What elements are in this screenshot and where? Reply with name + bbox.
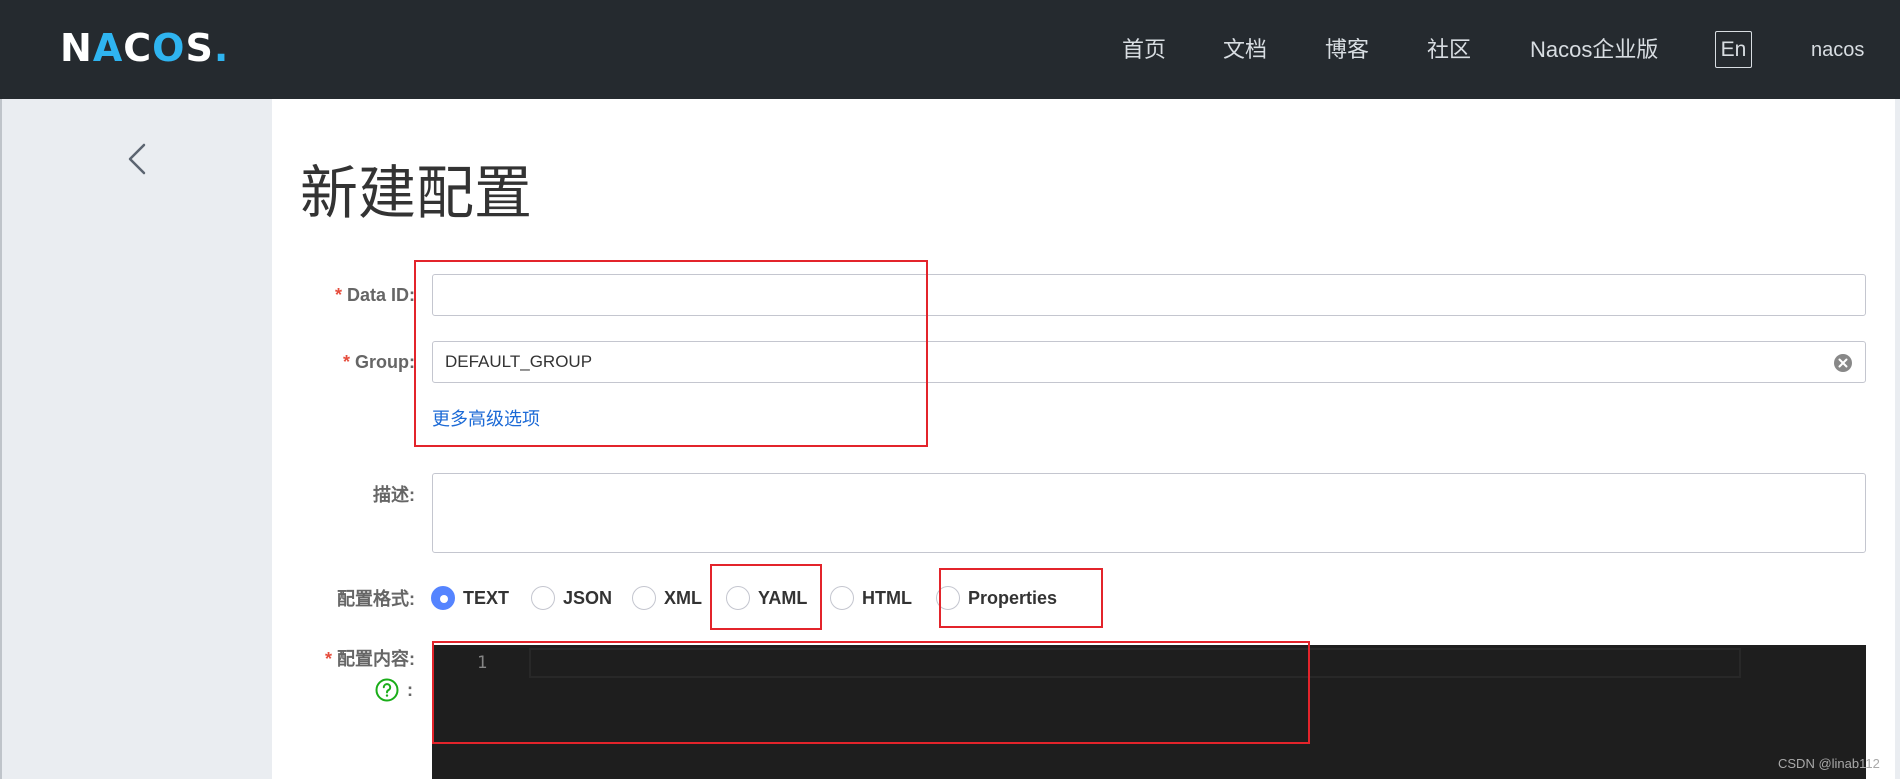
nav-community[interactable]: 社区 <box>1427 30 1471 70</box>
description-label: 描述: <box>373 485 415 505</box>
clear-circle-icon[interactable] <box>1833 353 1853 373</box>
annotation-box-yaml <box>710 564 822 630</box>
radio-icon <box>830 586 854 610</box>
nav-home[interactable]: 首页 <box>1122 30 1166 70</box>
nav-blog[interactable]: 博客 <box>1325 30 1369 70</box>
nacos-logo[interactable]: NACOS. <box>60 26 229 70</box>
format-option-label: JSON <box>563 587 613 608</box>
format-option-label: HTML <box>862 587 912 608</box>
page-title: 新建配置 <box>300 161 533 226</box>
group-label-text: Group: <box>355 352 415 372</box>
radio-checked-icon <box>431 586 455 610</box>
nav-docs[interactable]: 文档 <box>1223 30 1267 70</box>
format-option-label: TEXT <box>463 587 510 608</box>
content-label: * 配置内容: <box>200 647 415 671</box>
annotation-box-editor <box>432 641 1310 744</box>
language-toggle-button[interactable]: En <box>1715 31 1752 68</box>
top-navbar: NACOS. 首页 文档 博客 社区 Nacos企业版 En nacos <box>0 0 1900 99</box>
format-option-xml[interactable]: XML <box>632 580 702 616</box>
format-option-html[interactable]: HTML <box>830 580 912 616</box>
required-mark: * <box>324 649 332 669</box>
help-colon: : <box>407 680 413 700</box>
format-option-text[interactable]: TEXT <box>431 580 509 616</box>
content-label-text: 配置内容: <box>337 649 415 669</box>
radio-icon <box>531 586 555 610</box>
sidebar <box>2 99 272 779</box>
format-label: 配置格式: <box>337 589 415 609</box>
annotation-box-properties <box>939 568 1103 628</box>
question-circle-icon[interactable] <box>375 678 399 702</box>
required-mark: * <box>334 285 342 305</box>
nav-enterprise[interactable]: Nacos企业版 <box>1530 30 1658 70</box>
page-scrollbar[interactable] <box>1895 99 1900 779</box>
format-option-label: XML <box>664 587 702 608</box>
format-option-json[interactable]: JSON <box>531 580 612 616</box>
annotation-box-id-group <box>414 260 928 447</box>
chevron-left-icon[interactable] <box>124 139 154 179</box>
group-label: * Group: <box>200 350 415 374</box>
watermark-text: CSDN @linab112 <box>1778 756 1880 771</box>
data-id-label-text: Data ID: <box>346 285 415 305</box>
description-textarea[interactable] <box>432 473 1866 553</box>
radio-icon <box>632 586 656 610</box>
user-menu[interactable]: nacos <box>1811 30 1864 70</box>
data-id-label: * Data ID: <box>200 283 415 307</box>
required-mark: * <box>342 352 350 372</box>
